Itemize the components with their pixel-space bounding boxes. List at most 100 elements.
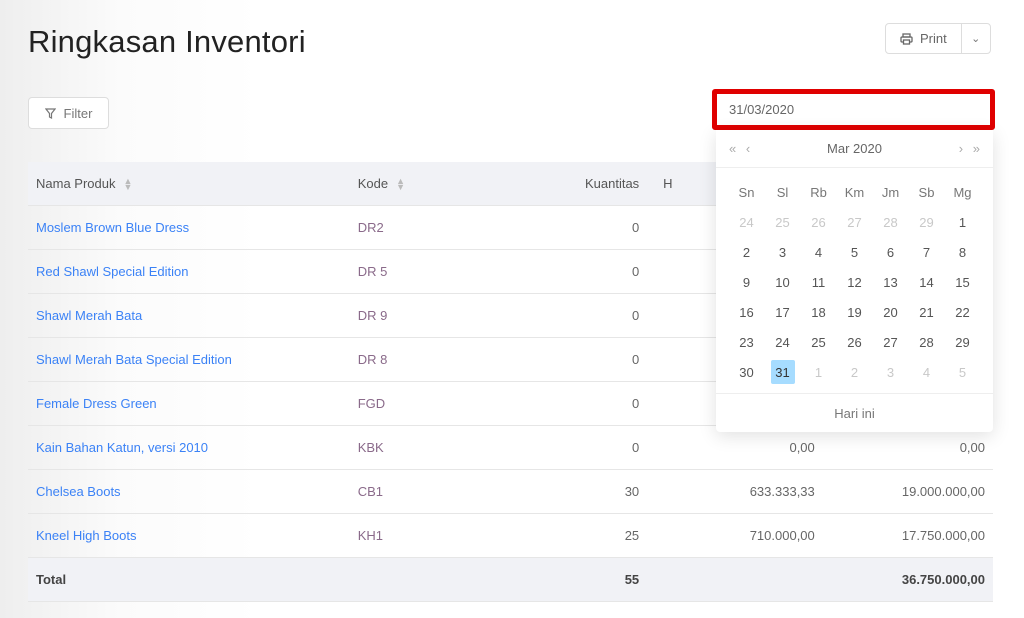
calendar-day[interactable]: 12 [837, 267, 873, 297]
calendar-day[interactable]: 27 [873, 327, 909, 357]
filter-label: Filter [63, 105, 93, 121]
column-header-kode[interactable]: Kode ▲ ▼ [349, 162, 443, 206]
calendar-day[interactable]: 10 [765, 267, 801, 297]
datepicker-popup: « ‹ Mar 2020 › » Sn Sl Rb Km Jm Sb Mg 24 25 26 27 2… [716, 130, 993, 432]
calendar-day[interactable]: 15 [945, 267, 981, 297]
product-name-link[interactable]: Shawl Merah Bata [28, 293, 350, 338]
calendar-day[interactable]: 31 [765, 357, 801, 387]
calendar-day[interactable]: 6 [873, 237, 909, 267]
calendar-day[interactable]: 13 [873, 267, 909, 297]
product-name-link[interactable]: Kneel High Boots [28, 513, 350, 558]
weekday-label: Km [844, 184, 865, 200]
calendar-day[interactable]: 2 [729, 237, 765, 267]
calendar-day[interactable]: 26 [837, 327, 873, 357]
product-name-link[interactable]: Female Dress Green [28, 381, 350, 426]
total-price [647, 557, 823, 602]
calendar-day[interactable]: 30 [729, 357, 765, 387]
calendar-day[interactable]: 3 [873, 357, 909, 387]
calendar-day[interactable]: 24 [765, 327, 801, 357]
table-row: Chelsea Boots CB1 30 633.333,33 19.000.000,0… [28, 469, 993, 514]
quantity-cell: 0 [442, 337, 648, 382]
quantity-cell: 0 [442, 293, 648, 338]
price-cell: 633.333,33 [647, 469, 823, 514]
product-name-link[interactable]: Red Shawl Special Edition [28, 249, 350, 294]
calendar-day[interactable]: 20 [873, 297, 909, 327]
calendar-day[interactable]: 14 [909, 267, 945, 297]
quantity-cell: 25 [442, 513, 648, 558]
calendar-day[interactable]: 29 [945, 327, 981, 357]
calendar-day[interactable]: 7 [909, 237, 945, 267]
calendar-day[interactable]: 28 [873, 207, 909, 237]
date-input-value: 31/03/2020 [729, 102, 795, 117]
total-value: 36.750.000,00 [822, 557, 993, 602]
calendar-day[interactable]: 1 [801, 357, 837, 387]
filter-button[interactable]: Filter [28, 97, 109, 129]
sort-icon: ▲ ▼ [123, 176, 133, 193]
weekday-label: Sl [776, 184, 789, 200]
calendar-day[interactable]: 21 [909, 297, 945, 327]
calendar-day[interactable]: 24 [729, 207, 765, 237]
next-month-button[interactable]: › [956, 141, 966, 156]
weekday-label: Mg [953, 184, 972, 200]
calendar-day[interactable]: 11 [801, 267, 837, 297]
printer-icon [900, 32, 913, 45]
total-quantity: 55 [442, 557, 648, 602]
total-row: Total 55 36.750.000,00 [28, 557, 993, 602]
table-row: Kneel High Boots KH1 25 710.000,00 17.750.00… [28, 513, 993, 558]
page-title: Ringkasan Inventori [28, 24, 306, 59]
calendar-day[interactable]: 18 [801, 297, 837, 327]
calendar-day[interactable]: 16 [729, 297, 765, 327]
total-cell: 19.000.000,00 [822, 469, 993, 514]
quantity-cell: 0 [442, 425, 648, 470]
calendar-day[interactable]: 5 [945, 357, 981, 387]
print-button[interactable]: Print [886, 24, 962, 53]
product-code: DR 5 [349, 249, 443, 294]
product-name-link[interactable]: Chelsea Boots [28, 469, 350, 514]
calendar-day[interactable]: 2 [837, 357, 873, 387]
calendar-day[interactable]: 26 [801, 207, 837, 237]
date-input[interactable]: 31/03/2020 [712, 89, 995, 130]
weekday-label: Jm [881, 184, 900, 200]
product-code: DR2 [349, 205, 443, 250]
print-label: Print [920, 31, 947, 46]
prev-month-button[interactable]: ‹ [743, 141, 753, 156]
quantity-cell: 0 [442, 249, 648, 294]
price-cell: 710.000,00 [647, 513, 823, 558]
product-name-link[interactable]: Kain Bahan Katun, versi 2010 [28, 425, 350, 470]
product-name-link[interactable]: Shawl Merah Bata Special Edition [28, 337, 350, 382]
column-header-kuantitas: Kuantitas [442, 162, 648, 206]
calendar-day[interactable]: 8 [945, 237, 981, 267]
weekday-label: Rb [810, 184, 827, 200]
calendar-day[interactable]: 9 [729, 267, 765, 297]
calendar-day[interactable]: 19 [837, 297, 873, 327]
product-code: DR 8 [349, 337, 443, 382]
column-header-nama-produk[interactable]: Nama Produk ▲ ▼ [28, 162, 350, 206]
today-button[interactable]: Hari ini [716, 393, 993, 432]
calendar-day[interactable]: 28 [909, 327, 945, 357]
calendar-day[interactable]: 4 [909, 357, 945, 387]
calendar-day[interactable]: 22 [945, 297, 981, 327]
month-label[interactable]: Mar 2020 [827, 141, 882, 156]
calendar-day[interactable]: 5 [837, 237, 873, 267]
weekday-label: Sb [918, 184, 935, 200]
total-cell: 17.750.000,00 [822, 513, 993, 558]
calendar-day[interactable]: 17 [765, 297, 801, 327]
filter-icon [44, 107, 56, 119]
calendar-day[interactable]: 1 [945, 207, 981, 237]
next-year-button[interactable]: » [970, 141, 983, 156]
print-button-group: Print ⌄ [885, 23, 991, 54]
selected-day[interactable]: 31 [770, 360, 795, 384]
product-code: KBK [349, 425, 443, 470]
calendar-day[interactable]: 29 [909, 207, 945, 237]
product-name-link[interactable]: Moslem Brown Blue Dress [28, 205, 350, 250]
calendar-day[interactable]: 23 [729, 327, 765, 357]
calendar-day[interactable]: 25 [765, 207, 801, 237]
calendar-day[interactable]: 3 [765, 237, 801, 267]
calendar-day[interactable]: 4 [801, 237, 837, 267]
prev-year-button[interactable]: « [726, 141, 739, 156]
quantity-cell: 0 [442, 205, 648, 250]
calendar-day[interactable]: 27 [837, 207, 873, 237]
chevron-down-icon: ⌄ [971, 33, 981, 45]
print-dropdown-toggle[interactable]: ⌄ [962, 24, 990, 53]
calendar-day[interactable]: 25 [801, 327, 837, 357]
